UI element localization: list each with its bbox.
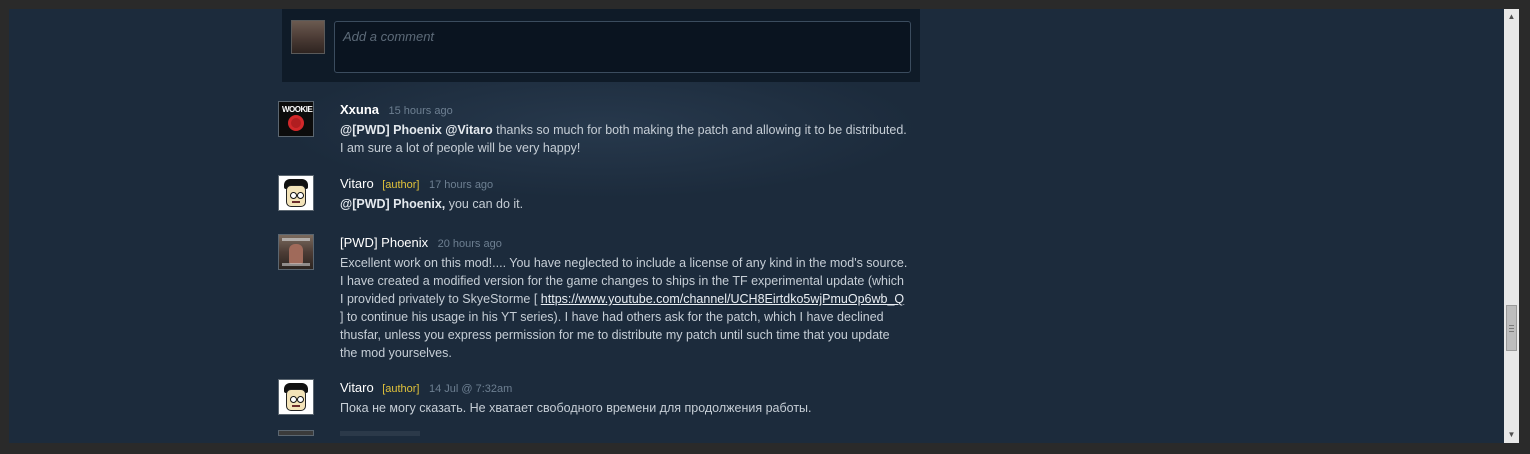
author-name[interactable]: Vitaro	[340, 380, 374, 395]
comment-text-body: Пока не могу сказать. Не хватает свободн…	[340, 401, 812, 415]
timestamp: 17 hours ago	[428, 179, 494, 191]
author-badge: [author]	[382, 179, 420, 191]
timestamp: 15 hours ago	[388, 105, 453, 117]
comment-text: Excellent work on this mod!.... You have…	[340, 254, 910, 362]
comment-text-body: ] to continue his usage in his YT series…	[340, 310, 890, 360]
scroll-down-button[interactable]: ▼	[1504, 427, 1519, 443]
comment-text: @[PWD] Phoenix @Vitaro thanks so much fo…	[340, 121, 910, 157]
author-name[interactable]: [PWD] Phoenix	[340, 235, 428, 250]
scroll-up-button[interactable]: ▲	[1504, 9, 1519, 25]
current-user-avatar[interactable]	[291, 20, 325, 54]
triangle-down-icon: ▼	[1507, 430, 1516, 439]
mention[interactable]: @[PWD] Phoenix @Vitaro	[340, 123, 493, 137]
avatar[interactable]	[278, 234, 314, 270]
avatar[interactable]: WOOKIE	[278, 101, 314, 137]
comment-text: Пока не могу сказать. Не хватает свободн…	[340, 399, 910, 417]
comment-text-body: you can do it.	[448, 197, 524, 211]
comments-panel	[9, 9, 1504, 443]
author-name[interactable]: Xxuna	[340, 102, 379, 117]
avatar[interactable]	[278, 379, 314, 415]
mention[interactable]: @[PWD] Phoenix,	[340, 197, 445, 211]
timestamp: 20 hours ago	[437, 238, 502, 250]
comment-form	[282, 9, 920, 82]
triangle-up-icon: ▲	[1507, 12, 1516, 21]
vertical-scrollbar[interactable]: ▲ ▼	[1504, 9, 1519, 443]
author-name[interactable]: Vitaro	[340, 176, 374, 191]
scrollbar-thumb[interactable]	[1506, 305, 1517, 351]
author-badge: [author]	[382, 383, 420, 395]
author-name	[340, 431, 420, 436]
avatar[interactable]	[278, 175, 314, 211]
avatar[interactable]	[278, 430, 314, 436]
timestamp: 14 Jul @ 7:32am	[428, 383, 513, 395]
comment-text: @[PWD] Phoenix, you can do it.	[340, 195, 910, 213]
youtube-link[interactable]: https://www.youtube.com/channel/UCH8Eirt…	[541, 292, 904, 306]
comment-input[interactable]	[334, 21, 911, 73]
